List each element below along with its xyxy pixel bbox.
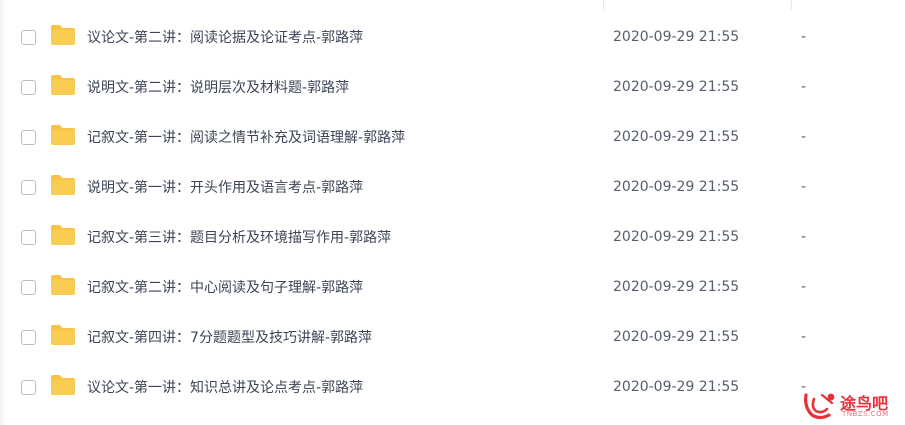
file-row[interactable]: 记叙文-第四讲：7分题题型及技巧讲解-郭路萍 2020-09-29 21:55 … <box>0 312 905 362</box>
file-row[interactable]: 说明文-第一讲：开头作用及语言考点-郭路萍 2020-09-29 21:55 - <box>0 162 905 212</box>
file-size: - <box>801 129 807 145</box>
header-divider <box>791 0 792 10</box>
file-modified-time: 2020-09-29 21:55 <box>613 329 740 345</box>
checkbox-icon[interactable] <box>21 179 36 195</box>
file-modified-time: 2020-09-29 21:55 <box>613 229 740 245</box>
file-size: - <box>801 79 807 95</box>
folder-icon <box>51 225 75 245</box>
tunbao-logo-icon <box>804 393 835 420</box>
file-name[interactable]: 说明文-第二讲：说明层次及材料题-郭路萍 <box>87 77 349 97</box>
file-name[interactable]: 说明文-第一讲：开头作用及语言考点-郭路萍 <box>87 177 363 197</box>
header-divider <box>603 0 604 10</box>
file-modified-time: 2020-09-29 21:55 <box>613 79 740 95</box>
file-size: - <box>801 329 807 345</box>
folder-icon <box>51 125 75 145</box>
checkbox-icon[interactable] <box>21 129 36 145</box>
file-name[interactable]: 记叙文-第二讲：中心阅读及句子理解-郭路萍 <box>87 277 363 297</box>
column-header-dividers <box>0 0 905 12</box>
file-modified-time: 2020-09-29 21:55 <box>613 379 740 395</box>
checkbox-icon[interactable] <box>21 279 36 295</box>
file-name[interactable]: 记叙文-第四讲：7分题题型及技巧讲解-郭路萍 <box>87 327 372 347</box>
file-modified-time: 2020-09-29 21:55 <box>613 29 740 45</box>
file-size: - <box>801 229 807 245</box>
checkbox-icon[interactable] <box>21 329 36 345</box>
folder-icon <box>51 25 75 45</box>
watermark: 途鸟吧 TNBZS.COM <box>802 388 902 422</box>
folder-icon <box>51 325 75 345</box>
file-size: - <box>801 29 807 45</box>
file-row[interactable]: 记叙文-第三讲：题目分析及环境描写作用-郭路萍 2020-09-29 21:55… <box>0 212 905 262</box>
folder-icon <box>51 375 75 395</box>
file-modified-time: 2020-09-29 21:55 <box>613 179 740 195</box>
file-modified-time: 2020-09-29 21:55 <box>613 279 740 295</box>
file-row[interactable]: 议论文-第一讲：知识总讲及论点考点-郭路萍 2020-09-29 21:55 - <box>0 362 905 412</box>
checkbox-icon[interactable] <box>21 29 36 45</box>
folder-icon <box>51 175 75 195</box>
folder-icon <box>51 275 75 295</box>
file-row[interactable]: 记叙文-第一讲：阅读之情节补充及词语理解-郭路萍 2020-09-29 21:5… <box>0 112 905 162</box>
checkbox-icon[interactable] <box>21 79 36 95</box>
file-name[interactable]: 记叙文-第三讲：题目分析及环境描写作用-郭路萍 <box>87 227 391 247</box>
checkbox-icon[interactable] <box>21 229 36 245</box>
file-list: 议论文-第二讲：阅读论据及论证考点-郭路萍 2020-09-29 21:55 -… <box>0 12 905 412</box>
file-row[interactable]: 议论文-第二讲：阅读论据及论证考点-郭路萍 2020-09-29 21:55 - <box>0 12 905 62</box>
file-row[interactable]: 说明文-第二讲：说明层次及材料题-郭路萍 2020-09-29 21:55 - <box>0 62 905 112</box>
file-row[interactable]: 记叙文-第二讲：中心阅读及句子理解-郭路萍 2020-09-29 21:55 - <box>0 262 905 312</box>
file-name[interactable]: 议论文-第二讲：阅读论据及论证考点-郭路萍 <box>87 27 363 47</box>
checkbox-icon[interactable] <box>21 379 36 395</box>
file-name[interactable]: 议论文-第一讲：知识总讲及论点考点-郭路萍 <box>87 377 363 397</box>
file-size: - <box>801 179 807 195</box>
watermark-subtext: TNBZS.COM <box>842 410 889 418</box>
file-name[interactable]: 记叙文-第一讲：阅读之情节补充及词语理解-郭路萍 <box>87 127 405 147</box>
file-modified-time: 2020-09-29 21:55 <box>613 129 740 145</box>
file-size: - <box>801 279 807 295</box>
folder-icon <box>51 75 75 95</box>
